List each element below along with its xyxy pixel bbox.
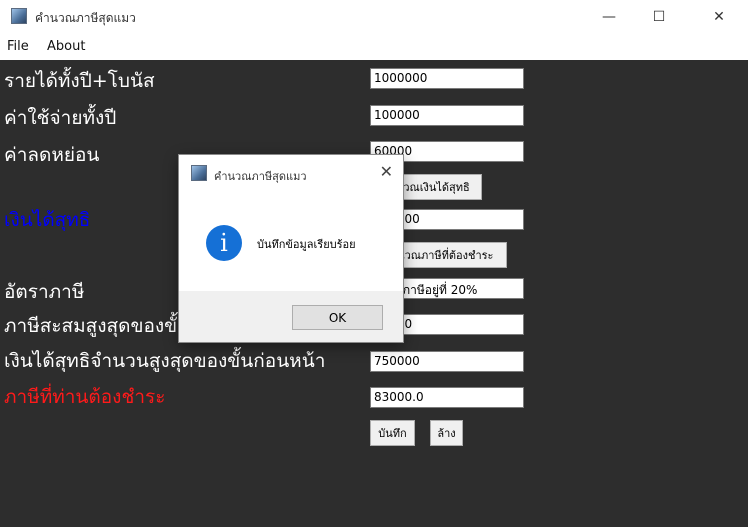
income-field[interactable]: 1000000 (370, 68, 524, 89)
dialog-title: คำนวณภาษีสุดแมว (214, 170, 307, 183)
info-icon: i (206, 225, 242, 261)
dialog-message: บันทึกข้อมูลเรียบร้อย (257, 238, 356, 251)
tax-due-label: ภาษีที่ท่านต้องชำระ (4, 386, 166, 408)
maximize-button[interactable]: ☐ (636, 0, 682, 34)
tax-due-field[interactable]: 83000.0 (370, 387, 524, 408)
menu-bar: File About (0, 36, 748, 60)
menu-file[interactable]: File (7, 39, 29, 54)
tax-rate-label: อัตราภาษี (4, 281, 85, 303)
ok-button[interactable]: OK (292, 305, 383, 330)
income-label: รายได้ทั้งปี+โบนัส (4, 70, 155, 92)
max-income-prev-field[interactable]: 750000 (370, 351, 524, 372)
clear-button[interactable]: ล้าง (430, 420, 463, 446)
title-bar: คำนวณภาษีสุดแมว — ☐ ✕ (0, 0, 748, 37)
window-title: คำนวณภาษีสุดแมว (35, 11, 136, 25)
dialog-footer: OK (179, 291, 403, 342)
minimize-button[interactable]: — (586, 0, 632, 34)
menu-about[interactable]: About (47, 39, 85, 54)
close-button[interactable]: ✕ (696, 0, 742, 34)
message-dialog: คำนวณภาษีสุดแมว ✕ i บันทึกข้อมูลเรียบร้อ… (179, 155, 403, 342)
expense-label: ค่าใช้จ่ายทั้งปี (4, 107, 117, 129)
save-button[interactable]: บันทึก (370, 420, 415, 446)
app-icon (11, 8, 27, 24)
max-income-prev-label: เงินได้สุทธิจำนวนสูงสุดของขั้นก่อนหน้า (4, 350, 326, 372)
dialog-app-icon (191, 165, 207, 181)
deduction-label: ค่าลดหย่อน (4, 144, 100, 166)
dialog-close-icon[interactable]: ✕ (380, 162, 393, 181)
net-income-label: เงินได้สุทธิ (4, 209, 91, 231)
expense-field[interactable]: 100000 (370, 105, 524, 126)
